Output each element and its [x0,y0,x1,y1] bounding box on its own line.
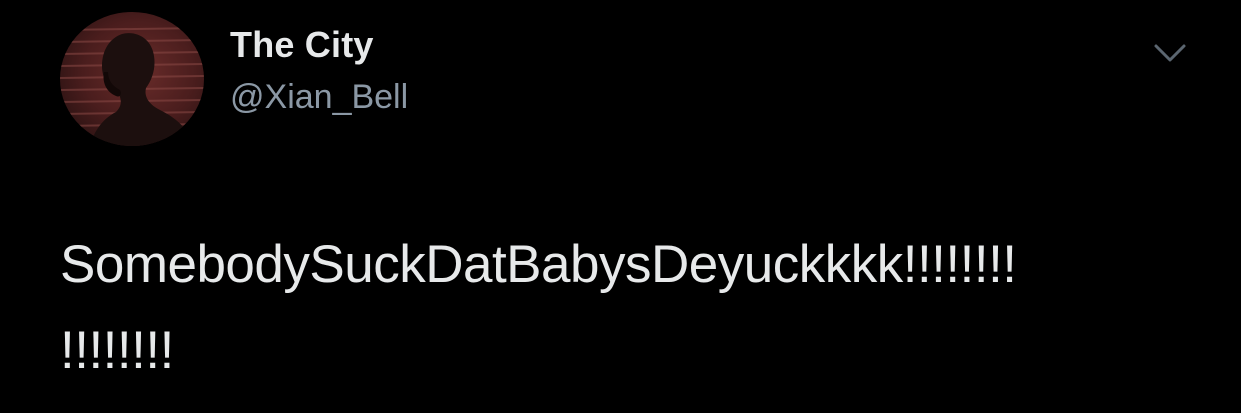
display-name[interactable]: The City [230,24,374,66]
user-handle[interactable]: @Xian_Bell [230,78,408,117]
tweet-text-line: !!!!!!!! [60,321,174,380]
tweet-text-line: SomebodySuckDatBabysDeyuckkkk!!!!!!!! [60,235,1017,294]
avatar[interactable] [60,12,204,146]
tweet-card: The City @Xian_Bell SomebodySuckDatBabys… [0,0,1241,413]
tweet-text: SomebodySuckDatBabysDeyuckkkk!!!!!!!! !!… [60,222,1220,394]
chevron-down-icon[interactable] [1150,40,1190,68]
profile-photo [60,12,204,146]
